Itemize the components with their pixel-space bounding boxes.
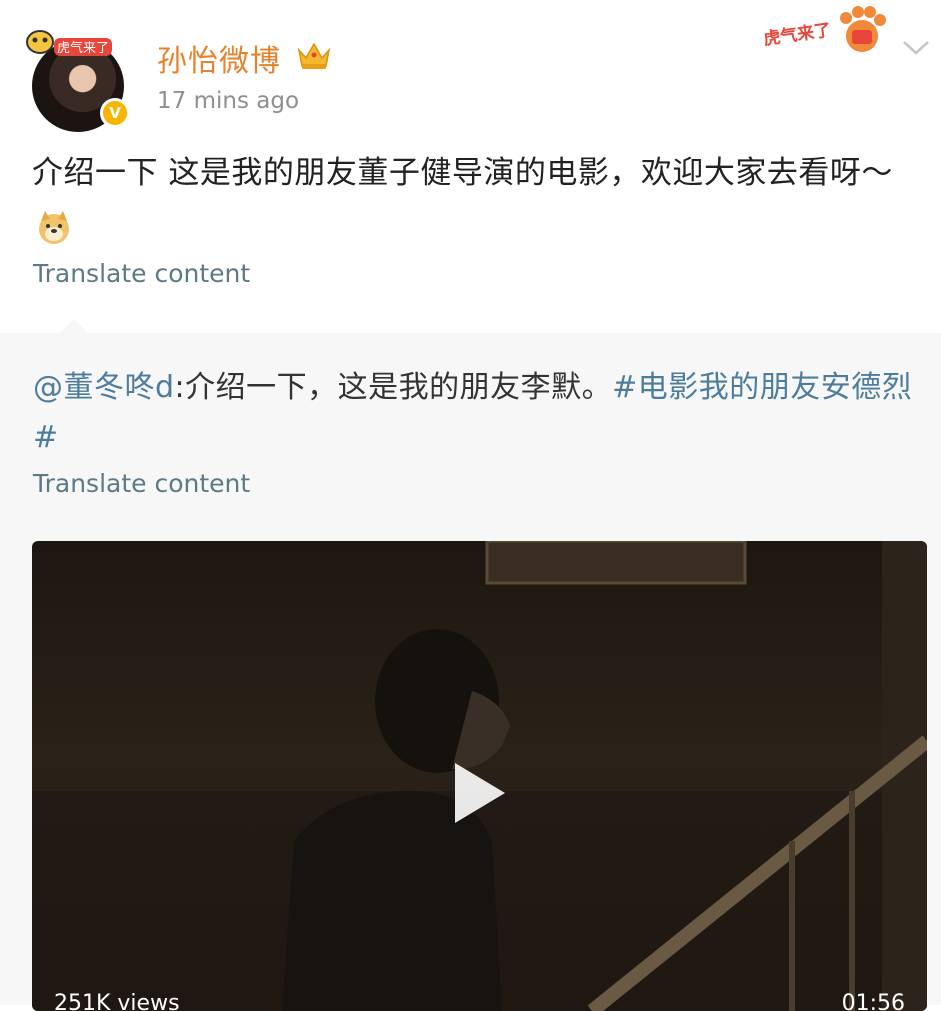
repost-notch	[60, 319, 88, 333]
play-icon[interactable]	[455, 763, 505, 823]
mention-link[interactable]: @董冬咚d	[33, 370, 175, 405]
repost-text: @董冬咚d:介绍一下，这是我的朋友李默。#电影我的朋友安德烈#	[33, 363, 928, 463]
post-timestamp: 17 mins ago	[157, 88, 300, 114]
svg-text:虎气来了: 虎气来了	[57, 40, 109, 56]
reposted-card[interactable]: @董冬咚d:介绍一下，这是我的朋友李默。#电影我的朋友安德烈# Translat…	[0, 319, 941, 1011]
tiger-frame-icon: 虎气来了	[26, 30, 112, 56]
original-post: 虎气来了 V 孙怡微博 17 mins ago 虎气来了 介绍一下 这是我的朋友…	[0, 0, 941, 333]
post-content: 介绍一下 这是我的朋友董子健导演的电影，欢迎大家去看呀～	[32, 146, 927, 254]
video-views: 251K views	[54, 991, 180, 1011]
video-duration: 01:56	[841, 991, 905, 1011]
translate-content-link[interactable]: Translate content	[33, 259, 250, 288]
repost-body: :介绍一下，这是我的朋友李默。	[174, 370, 613, 405]
doge-emoji-icon	[39, 211, 69, 244]
crown-icon	[297, 42, 331, 69]
chevron-down-icon[interactable]	[900, 36, 932, 58]
tiger-paw-sticker-icon: 虎气来了	[764, 6, 886, 52]
avatar[interactable]: 虎气来了 V	[26, 30, 130, 132]
translate-content-link[interactable]: Translate content	[33, 469, 250, 498]
svg-text:虎气来了: 虎气来了	[764, 19, 832, 49]
video-player[interactable]: 251K views 01:56	[32, 541, 927, 1011]
verified-icon: V	[100, 98, 130, 128]
post-text: 介绍一下 这是我的朋友董子健导演的电影，欢迎大家去看呀～	[32, 155, 893, 191]
username-link[interactable]: 孙怡微博	[157, 36, 281, 80]
